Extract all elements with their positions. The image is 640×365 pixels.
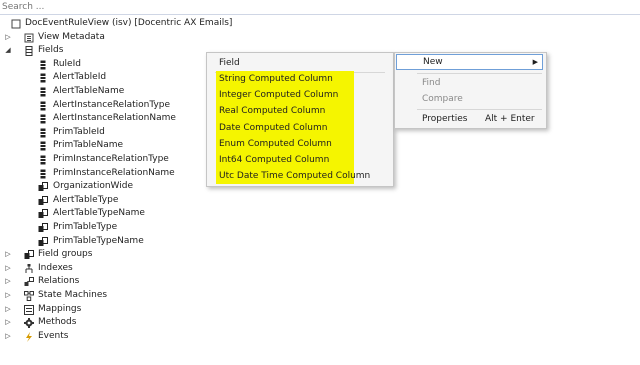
tree-node-label: Field groups [38, 249, 93, 260]
field-icon [38, 101, 48, 111]
menu-separator [417, 109, 542, 110]
menu-item-label: New [423, 57, 443, 67]
metadata-icon [24, 33, 34, 43]
tree-node-label: State Machines [38, 290, 108, 300]
enum-field-icon [38, 182, 48, 192]
field-type-submenu: Field String Computed Column Integer Com… [206, 52, 394, 187]
state-machines-icon [24, 291, 34, 301]
field-groups-icon [24, 250, 34, 260]
menu-item-integer-computed-column[interactable]: Integer Computed Column [219, 87, 338, 103]
menu-separator [417, 73, 542, 74]
menu-item-properties-shortcut: Alt + Enter [485, 114, 535, 124]
field-label: OrganizationWide [53, 181, 133, 192]
expand-arrow-icon[interactable]: ▷ [4, 275, 12, 289]
field-label: PrimTableType [53, 222, 118, 232]
field-icon [38, 169, 48, 179]
methods-icon [24, 318, 34, 329]
tree-node-label: Relations [38, 276, 80, 287]
field-label: AlertTableType [53, 194, 119, 205]
fields-icon [24, 46, 34, 57]
search-input[interactable] [2, 1, 402, 13]
mappings-icon [24, 304, 34, 315]
expand-arrow-icon[interactable]: ▷ [4, 262, 12, 276]
menu-item-date-computed-column[interactable]: Date Computed Column [219, 120, 327, 136]
tree-node-label: View Metadata [38, 31, 105, 42]
field-label: PrimInstanceRelationType [53, 154, 169, 164]
relations-icon [24, 277, 34, 287]
enum-field-icon [38, 209, 48, 219]
field-icon [38, 73, 48, 83]
field-icon [38, 155, 48, 165]
field-icon [38, 60, 48, 70]
field-label: PrimTableId [53, 126, 105, 137]
menu-item-real-computed-column[interactable]: Real Computed Column [219, 103, 325, 119]
submenu-header-field[interactable]: Field [219, 55, 240, 71]
tree-node-label: Mappings [38, 303, 82, 314]
menu-item-enum-computed-column[interactable]: Enum Computed Column [219, 136, 332, 152]
menu-item-utc-datetime-computed-column[interactable]: Utc Date Time Computed Column [219, 168, 370, 184]
enum-field-icon [38, 195, 48, 206]
collapse-arrow-icon[interactable]: ◢ [4, 44, 12, 58]
tree-node-label: Indexes [38, 262, 73, 273]
field-icon [38, 87, 48, 97]
expand-arrow-icon[interactable]: ▷ [4, 31, 12, 45]
menu-item-find[interactable]: Find [422, 75, 440, 91]
field-label: AlertTableTypeName [53, 208, 145, 219]
menu-item-int64-computed-column[interactable]: Int64 Computed Column [219, 152, 329, 168]
expand-arrow-icon[interactable]: ▷ [4, 289, 12, 303]
menu-item-properties[interactable]: Properties [422, 111, 467, 127]
menu-item-new[interactable]: New ▶ [396, 54, 543, 70]
field-icon [38, 114, 48, 124]
search-bar [0, 0, 640, 15]
menu-item-string-computed-column[interactable]: String Computed Column [219, 71, 333, 87]
field-label: PrimTableTypeName [53, 235, 144, 246]
tree-node-label: Events [38, 330, 69, 341]
field-label: AlertInstanceRelationName [53, 113, 176, 124]
tree-node-label: DocEventRuleView (isv) [Docentric AX Ema… [25, 18, 233, 28]
view-icon [11, 19, 21, 29]
menu-item-compare[interactable]: Compare [422, 91, 463, 107]
enum-field-icon [38, 236, 48, 247]
field-label: RuleId [53, 58, 81, 69]
field-label: AlertTableId [53, 72, 107, 83]
field-icon [38, 141, 48, 151]
expand-arrow-icon[interactable]: ▷ [4, 316, 12, 330]
indexes-icon [24, 263, 34, 274]
field-label: AlertTableName [53, 86, 125, 96]
tree-node-label: Methods [38, 317, 77, 328]
context-menu: New ▶ Find Compare Properties Alt + Ente… [394, 52, 547, 129]
field-label: PrimInstanceRelationName [53, 167, 175, 178]
field-label: AlertInstanceRelationType [53, 99, 171, 110]
enum-field-icon [38, 223, 48, 233]
submenu-arrow-icon: ▶ [532, 58, 538, 66]
field-icon [38, 128, 48, 138]
field-label: PrimTableName [53, 140, 124, 151]
tree-node-label: Fields [38, 45, 64, 56]
expand-arrow-icon[interactable]: ▷ [4, 248, 12, 262]
lightning-icon [24, 331, 34, 342]
expand-arrow-icon[interactable]: ▷ [4, 303, 12, 317]
expand-arrow-icon[interactable]: ▷ [4, 330, 12, 344]
